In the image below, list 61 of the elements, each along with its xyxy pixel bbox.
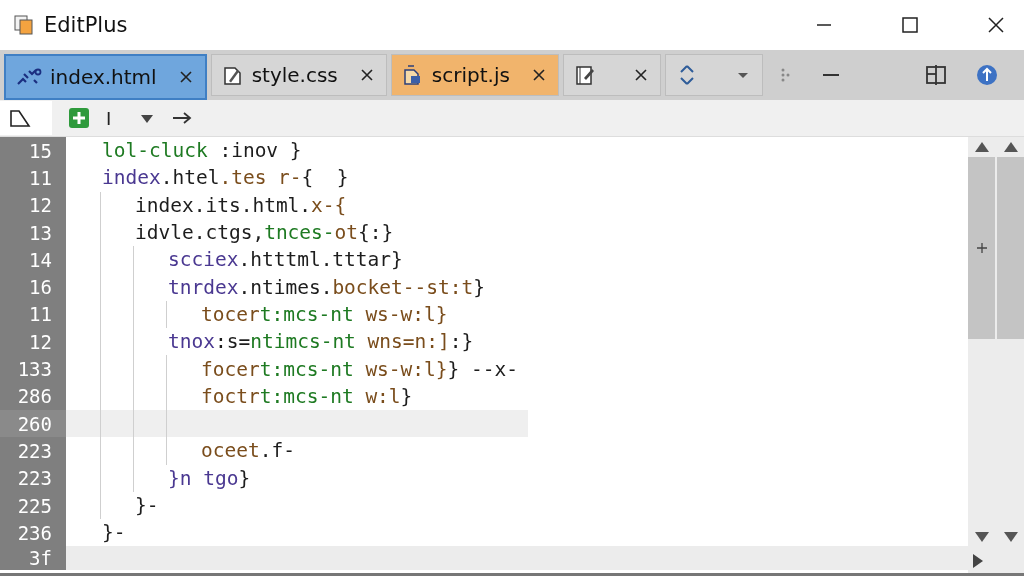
close-icon[interactable] [531, 68, 546, 82]
arrow-right-icon[interactable] [171, 110, 194, 126]
tab-label: script.js [431, 63, 510, 87]
app-icon [14, 15, 34, 35]
line-number: 11 [0, 164, 66, 192]
plus-icon [976, 243, 987, 253]
line-number: 223 [0, 464, 66, 492]
line-number: 236 [0, 519, 66, 547]
code-line: focert:mcs-nt ws-w:l}} --x- [201, 357, 518, 381]
tab-label: style.css [251, 63, 338, 87]
tab[interactable] [562, 54, 661, 96]
line-number: 133 [0, 355, 66, 383]
text-cursor[interactable]: I [106, 107, 112, 129]
new-file-icon[interactable] [0, 101, 52, 135]
code-line: lol-cluck :inov } [102, 139, 302, 163]
tab[interactable]: script.js [390, 54, 559, 96]
line-number: 13 [0, 218, 66, 247]
code-line: scciex.htttml.tttar} [168, 248, 403, 272]
close-icon[interactable] [359, 68, 374, 82]
scroll-right-icon[interactable] [972, 553, 984, 569]
code-line: }- [135, 494, 159, 517]
line-number: 3f [0, 546, 66, 571]
edit-document-icon [573, 64, 596, 86]
line-number: 260 [0, 409, 66, 438]
code-line: }n tgo} [168, 466, 251, 490]
code-line: foctrt:mcs-nt w:l} [201, 384, 413, 408]
code-line: oceet.f- [201, 439, 295, 463]
line-number: 223 [0, 437, 66, 465]
line-number: 11 [0, 300, 66, 329]
scroll-down-icon[interactable] [1002, 531, 1019, 543]
scrollbar-thumb[interactable] [968, 157, 995, 339]
tab-label: index.html [50, 65, 157, 89]
scroll-down-icon[interactable] [973, 531, 990, 543]
code-line: }- [102, 521, 126, 545]
tab[interactable]: index.html [4, 54, 207, 100]
close-icon[interactable] [986, 15, 1006, 35]
split-view-icon[interactable] [924, 63, 948, 87]
scroll-up-icon[interactable] [1002, 141, 1019, 153]
code-line: tnrdex.ntimes.bocket--st:t} [168, 275, 485, 299]
code-line: idvle.ctgs,tnces-ot{:} [135, 221, 394, 245]
line-number: 286 [0, 382, 66, 410]
tab[interactable]: style.css [210, 54, 387, 96]
code-line: index.htel.tes r-{ } [102, 166, 349, 190]
close-icon[interactable] [633, 68, 648, 82]
line-number: 12 [0, 328, 66, 356]
line-number: 12 [0, 191, 66, 219]
line-number: 15 [0, 137, 66, 165]
document-pen-icon [221, 64, 244, 86]
maximize-icon[interactable] [900, 15, 920, 35]
window-title: EditPlus [44, 13, 128, 37]
line-number: 16 [0, 273, 66, 301]
line-number: 14 [0, 246, 66, 274]
tab[interactable] [664, 54, 763, 96]
code-line: tnox:s=ntimcs-nt wns=n:]:} [168, 330, 474, 354]
add-icon[interactable] [68, 107, 90, 129]
close-icon[interactable] [178, 70, 193, 84]
code-line: tocert:mcs-nt ws-w:l} [201, 302, 448, 326]
code-line: index.its.html.x-{ [135, 193, 347, 217]
line-number: 225 [0, 491, 66, 520]
scroll-up-icon[interactable] [973, 141, 990, 153]
scrollbar-thumb[interactable] [997, 157, 1024, 339]
